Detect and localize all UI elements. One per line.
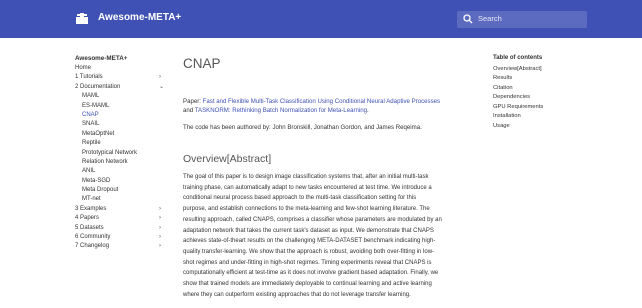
paper-and: and (183, 107, 195, 115)
chevron-right-icon: › (159, 243, 161, 250)
overview-heading: Overview[Abstract] (183, 153, 272, 165)
nav-label: MT-net (82, 196, 101, 203)
chevron-right-icon: › (159, 234, 161, 241)
chevron-right-icon: › (159, 224, 161, 231)
paper-prefix: Paper: (183, 98, 203, 105)
toc-item-results[interactable]: Results (493, 74, 543, 84)
abstract-line: show that trained models are immediately… (183, 281, 432, 288)
toc-item-gpu-requirements[interactable]: GPU Requirements (493, 103, 543, 113)
nav-label: 6 Community (75, 234, 111, 241)
paper-links: Paper: Fast and Flexible Multi-Task Clas… (183, 97, 483, 116)
nav-item-datasets[interactable]: 5 Datasets › (75, 224, 175, 233)
nav-label: 2 Documentation (75, 83, 121, 90)
nav-item-home[interactable]: Home (75, 64, 175, 73)
nav-label: Meta-SGD (82, 177, 111, 184)
nav-item-relation-network[interactable]: Relation Network (75, 158, 175, 167)
abstract-line: achieves state-of-theart results on the … (183, 238, 436, 245)
chevron-right-icon: › (159, 215, 161, 222)
page-title: CNAP (183, 56, 221, 71)
abstract-line: conditional neural process based approac… (183, 195, 417, 202)
nav-item-prototypical-network[interactable]: Prototypical Network (75, 149, 175, 158)
nav-item-examples[interactable]: 3 Examples › (75, 205, 175, 214)
abstract-line: computationally efficient at test-time a… (183, 270, 439, 277)
nav-item-community[interactable]: 6 Community › (75, 233, 175, 242)
chevron-down-icon: ⌄ (159, 83, 165, 90)
nav-item-metaoptnet[interactable]: MetaOptNet (75, 130, 175, 139)
nav-item-mt-net[interactable]: MT-net (75, 195, 175, 204)
nav-item-meta-dropout[interactable]: Meta Dropout (75, 186, 175, 195)
nav-label: Reptile (82, 140, 101, 147)
abstract-line: quality transfer-learning. We show that … (183, 248, 435, 255)
toc-item-dependencies[interactable]: Dependencies (493, 93, 543, 103)
nav-label: 1 Tutorials (75, 74, 103, 81)
nav-item-cnap[interactable]: CNAP (75, 111, 175, 120)
sidebar-nav: Awesome-META+ Home 1 Tutorials › 2 Docume… (75, 55, 175, 252)
toc-item-overview[interactable]: Overview[Abstract] (493, 65, 543, 75)
site-title[interactable]: Awesome-META+ (98, 12, 181, 23)
abstract-line: resulting approach, called CNAPS, compri… (183, 216, 442, 223)
abstract-line: purpose, and establish connections to th… (183, 206, 430, 213)
nav-label: 4 Papers (75, 215, 100, 222)
toc-title: Table of contents (493, 55, 543, 61)
nav-item-es-maml[interactable]: ES-MAML (75, 102, 175, 111)
nav-item-changelog[interactable]: 7 Changelog › (75, 242, 175, 251)
abstract-text: The goal of this paper is to design imag… (183, 172, 479, 300)
chevron-right-icon: › (159, 205, 161, 212)
nav-label: Meta Dropout (82, 187, 119, 194)
paper-suffix: . (367, 107, 369, 115)
nav-label: 5 Datasets (75, 224, 104, 231)
abstract-line: training phase, can automatically adapt … (183, 184, 432, 191)
search-input[interactable]: Search (457, 11, 587, 28)
logo-icon[interactable] (75, 11, 89, 25)
nav-item-reptile[interactable]: Reptile (75, 139, 175, 148)
nav-item-meta-sgd[interactable]: Meta-SGD (75, 177, 175, 186)
paper-link-cnap[interactable]: Fast and Flexible Multi-Task Classificat… (203, 98, 440, 105)
nav-item-anil[interactable]: ANIL (75, 167, 175, 176)
nav-label: MAML (82, 93, 100, 100)
paper-link-tasknorm[interactable]: TASKNORM: Rethinking Batch Normalization… (195, 107, 367, 114)
authors-text: The code has been authored by: John Bron… (183, 124, 422, 131)
nav-label: 3 Examples (75, 205, 107, 212)
nav-label: Home (75, 65, 92, 71)
nav-item-snail[interactable]: SNAIL (75, 120, 175, 129)
nav-title: Awesome-META+ (75, 55, 128, 62)
nav-item-tutorials[interactable]: 1 Tutorials › (75, 73, 175, 82)
nav-label: SNAIL (82, 121, 100, 128)
nav-label: MetaOptNet (82, 130, 115, 137)
nav-label: 7 Changelog (75, 243, 110, 250)
nav-item-documentation[interactable]: 2 Documentation ⌄ (75, 83, 175, 92)
top-header: Awesome-META+ Search (0, 0, 642, 38)
nav-item-maml[interactable]: MAML (75, 92, 175, 101)
nav-label: Relation Network (82, 158, 128, 165)
abstract-line: where they can outperform existing appro… (183, 291, 411, 298)
chevron-right-icon: › (159, 74, 161, 81)
abstract-line: adaptation network that takes the curren… (183, 227, 434, 234)
nav-label: ES-MAML (82, 102, 110, 109)
search-icon (463, 14, 473, 24)
abstract-line: The goal of this paper is to design imag… (183, 174, 429, 180)
nav-label: CNAP (82, 111, 99, 118)
search-placeholder: Search (478, 14, 502, 23)
table-of-contents: Table of contents Overview[Abstract] Res… (493, 55, 543, 131)
abstract-line: shot regimes and under-fitting in high-s… (183, 259, 432, 266)
nav-item-papers[interactable]: 4 Papers › (75, 214, 175, 223)
toc-item-citation[interactable]: Citation (493, 84, 543, 94)
toc-item-installation[interactable]: Installation (493, 112, 543, 122)
nav-label: ANIL (82, 168, 96, 175)
nav-label: Prototypical Network (82, 149, 138, 156)
toc-item-usage[interactable]: Usage (493, 122, 543, 132)
